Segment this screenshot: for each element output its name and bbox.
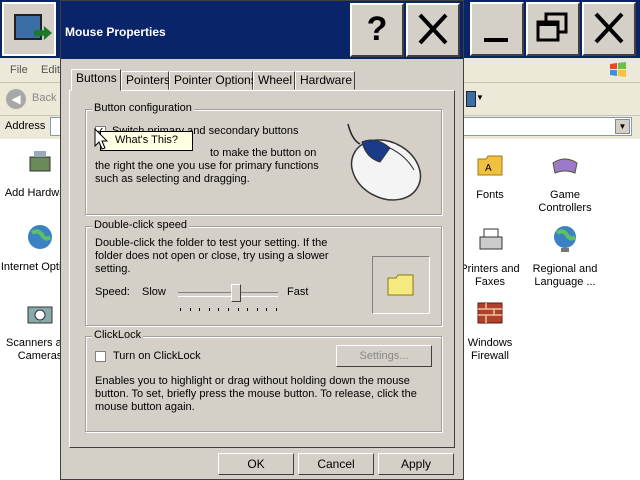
globe-icon bbox=[554, 226, 577, 252]
restore-button[interactable] bbox=[526, 2, 580, 56]
address-label: Address bbox=[5, 120, 46, 132]
slider-tick bbox=[199, 308, 201, 311]
back-label: Back bbox=[32, 92, 57, 104]
control-panel-app-icon[interactable] bbox=[2, 2, 56, 56]
clicklock-description: Enables you to highlight or drag without… bbox=[95, 375, 417, 413]
svg-text:A: A bbox=[485, 163, 492, 174]
group-title: Double-click speed bbox=[92, 219, 189, 231]
clicklock-settings-button[interactable]: Settings... bbox=[336, 345, 432, 367]
double-click-description: Double-click the folder to test your set… bbox=[95, 237, 329, 275]
explorer-close-button[interactable] bbox=[582, 2, 636, 56]
cp-item-game-controllers[interactable]: Game Controllers bbox=[525, 149, 605, 215]
close-icon bbox=[418, 13, 448, 45]
computer-icon bbox=[14, 14, 42, 40]
slider-tick bbox=[266, 308, 268, 311]
slow-label: Slow bbox=[142, 286, 166, 298]
slider-tick bbox=[247, 308, 249, 311]
address-dropdown-button[interactable]: ▼ bbox=[615, 119, 630, 134]
close-icon bbox=[594, 12, 624, 44]
slider-tick bbox=[237, 308, 239, 311]
slider-tick bbox=[218, 308, 220, 311]
globe-icon bbox=[28, 225, 52, 249]
slider-tick bbox=[208, 308, 210, 311]
cursor-arrow-icon bbox=[94, 128, 109, 150]
tab-buttons[interactable]: Buttons bbox=[71, 69, 121, 91]
fonts-folder-icon: A bbox=[477, 155, 503, 176]
question-mark-icon: ? bbox=[366, 10, 388, 48]
back-button[interactable]: ◀ Back bbox=[4, 87, 60, 111]
clicklock-label: Turn on ClickLock bbox=[113, 350, 201, 362]
tab-wheel[interactable]: Wheel bbox=[253, 71, 295, 90]
cp-item-regional-language[interactable]: Regional and Language ... bbox=[525, 223, 605, 289]
firewall-icon bbox=[477, 302, 503, 324]
cp-item-label: Regional and Language ... bbox=[532, 263, 598, 288]
speed-slider-track bbox=[178, 292, 278, 297]
apply-button[interactable]: Apply bbox=[378, 453, 454, 475]
camera-icon bbox=[27, 306, 53, 324]
fast-label: Fast bbox=[287, 286, 309, 298]
minimize-icon bbox=[484, 38, 508, 42]
slider-tick bbox=[180, 308, 181, 311]
chevron-down-icon: ▼ bbox=[476, 93, 484, 102]
clicklock-group: ClickLock Turn on ClickLock Settings... … bbox=[85, 329, 442, 432]
printer-icon bbox=[479, 228, 503, 250]
slider-tick bbox=[256, 308, 258, 311]
dialog-close-button[interactable] bbox=[406, 3, 460, 57]
button-config-description: to make the button on the right the one … bbox=[95, 147, 319, 185]
ok-button[interactable]: OK bbox=[218, 453, 294, 475]
slider-tick bbox=[189, 308, 191, 311]
double-click-speed-group: Double-click speed Double-click the fold… bbox=[85, 219, 442, 326]
dialog-title: Mouse Properties bbox=[65, 25, 166, 39]
tab-hardware[interactable]: Hardware bbox=[295, 71, 355, 90]
menu-file[interactable]: File bbox=[10, 64, 28, 76]
tab-pointer-options[interactable]: Pointer Options bbox=[169, 71, 257, 90]
cp-item-label: Game Controllers bbox=[538, 189, 592, 214]
folder-icon bbox=[387, 274, 414, 296]
tab-pointers[interactable]: Pointers bbox=[121, 71, 170, 90]
slider-tick bbox=[276, 308, 277, 311]
clicklock-checkbox[interactable] bbox=[95, 351, 106, 362]
windows-logo-icon bbox=[610, 62, 626, 77]
group-title: ClickLock bbox=[92, 329, 144, 341]
restore-icon bbox=[536, 12, 568, 42]
views-icon bbox=[466, 91, 476, 107]
minimize-button[interactable] bbox=[470, 2, 524, 56]
mouse-properties-dialog: Mouse Properties ? Buttons Pointers Poin… bbox=[60, 0, 464, 480]
speed-slider-thumb[interactable] bbox=[231, 284, 241, 302]
slider-tick bbox=[228, 308, 229, 311]
views-dropdown[interactable]: ▼ bbox=[466, 91, 484, 107]
help-button[interactable]: ? bbox=[350, 3, 404, 57]
gamepad-icon bbox=[552, 158, 578, 174]
cancel-button[interactable]: Cancel bbox=[298, 453, 374, 475]
add-hardware-icon bbox=[29, 151, 51, 172]
group-title: Button configuration bbox=[92, 102, 194, 114]
mouse-icon bbox=[347, 123, 422, 201]
test-folder-area[interactable] bbox=[372, 256, 430, 314]
menu-edit[interactable]: Edit bbox=[41, 64, 60, 76]
dialog-title-bar: Mouse Properties ? bbox=[61, 1, 463, 59]
back-arrow-icon: ◀ bbox=[6, 89, 26, 109]
speed-label: Speed: bbox=[95, 286, 130, 298]
whats-this-tooltip[interactable]: What's This? bbox=[100, 131, 194, 151]
button-configuration-group: Button configuration ✓ Switch primary an… bbox=[85, 102, 442, 215]
